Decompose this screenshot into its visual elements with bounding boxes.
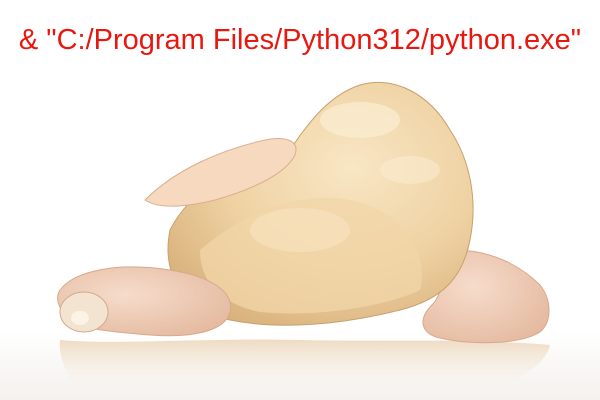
image-canvas: & "C:/Program Files/Python312/python.exe… <box>0 0 600 400</box>
drumstick-bone-tip <box>71 311 89 325</box>
chicken-reflection <box>59 339 550 400</box>
raw-chicken-photo <box>0 0 600 400</box>
terminal-command-caption: & "C:/Program Files/Python312/python.exe… <box>18 24 582 56</box>
